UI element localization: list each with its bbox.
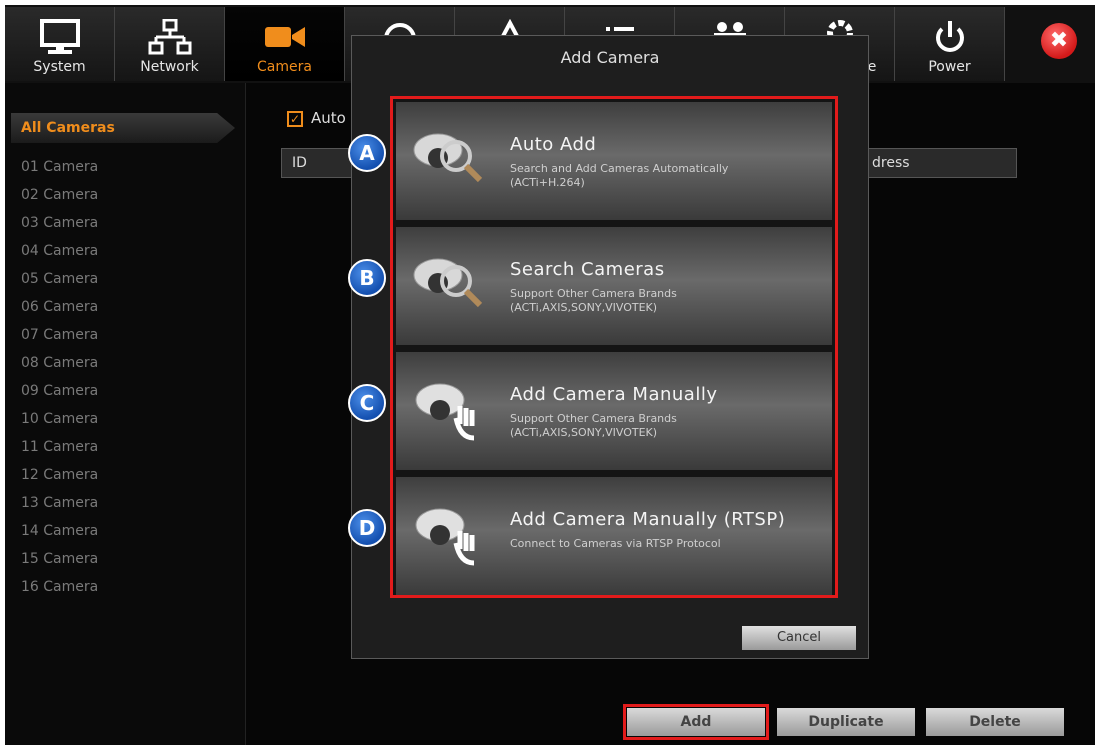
option-title: Auto Add bbox=[510, 134, 597, 155]
toolbar-system[interactable]: System bbox=[5, 7, 115, 81]
sidebar-item-camera[interactable]: 02 Camera bbox=[21, 181, 98, 209]
sidebar-item-camera[interactable]: 11 Camera bbox=[21, 433, 98, 461]
cancel-button[interactable]: Cancel bbox=[742, 626, 856, 650]
camera-icon bbox=[225, 19, 344, 55]
option-title: Search Cameras bbox=[510, 259, 665, 280]
dialog-title: Add Camera bbox=[560, 48, 660, 67]
sidebar-item-camera[interactable]: 15 Camera bbox=[21, 545, 98, 573]
option-description: Search and Add Cameras Automatically (AC… bbox=[510, 162, 729, 189]
sidebar-item-camera[interactable]: 14 Camera bbox=[21, 517, 98, 545]
option-auto-add[interactable]: A Auto Add Search and Add Cameras Automa… bbox=[348, 102, 832, 220]
auto-checkbox[interactable]: ✓ bbox=[287, 111, 303, 127]
toolbar-label: Network bbox=[140, 59, 199, 75]
column-address: dress bbox=[872, 155, 910, 171]
sidebar-item-camera[interactable]: 16 Camera bbox=[21, 573, 98, 601]
option-search-cameras[interactable]: B Search Cameras Support Other Camera Br… bbox=[348, 227, 832, 345]
toolbar-label: System bbox=[33, 59, 86, 75]
option-description: Support Other Camera Brands (ACTi,AXIS,S… bbox=[510, 287, 677, 314]
option-description: Support Other Camera Brands (ACTi,AXIS,S… bbox=[510, 412, 677, 439]
camera-search-icon bbox=[410, 253, 490, 317]
sidebar-item-camera[interactable]: 01 Camera bbox=[21, 153, 98, 181]
app-screen: System Network Camera Power ✖ All Camera… bbox=[5, 5, 1095, 745]
sidebar-item-camera[interactable]: 03 Camera bbox=[21, 209, 98, 237]
sidebar-item-camera[interactable]: 08 Camera bbox=[21, 349, 98, 377]
option-badge: B bbox=[348, 259, 386, 297]
toolbar-network[interactable]: Network bbox=[115, 7, 225, 81]
option-add-manually[interactable]: C Add Camera Manually Support Other Came… bbox=[348, 352, 832, 470]
camera-hand-icon bbox=[410, 378, 490, 446]
toolbar-label: Power bbox=[928, 59, 971, 75]
column-id: ID bbox=[292, 155, 307, 171]
network-icon bbox=[115, 19, 224, 55]
camera-hand-icon bbox=[410, 503, 490, 571]
option-badge: C bbox=[348, 384, 386, 422]
power-icon bbox=[895, 19, 1004, 55]
option-description: Connect to Cameras via RTSP Protocol bbox=[510, 537, 721, 550]
sidebar-item-camera[interactable]: 09 Camera bbox=[21, 377, 98, 405]
camera-search-icon bbox=[410, 128, 490, 192]
sidebar-item-camera[interactable]: 10 Camera bbox=[21, 405, 98, 433]
delete-button[interactable]: Delete bbox=[926, 708, 1064, 736]
camera-sidebar: All Cameras 01 Camera 02 Camera 03 Camer… bbox=[5, 83, 246, 745]
option-badge: D bbox=[348, 509, 386, 547]
option-title: Add Camera Manually bbox=[510, 384, 718, 405]
sidebar-item-camera[interactable]: 07 Camera bbox=[21, 321, 98, 349]
duplicate-button[interactable]: Duplicate bbox=[777, 708, 915, 736]
sidebar-item-camera[interactable]: 04 Camera bbox=[21, 237, 98, 265]
option-title: Add Camera Manually (RTSP) bbox=[510, 509, 786, 530]
add-options-group: A Auto Add Search and Add Cameras Automa… bbox=[348, 96, 838, 598]
monitor-icon bbox=[5, 19, 114, 55]
sidebar-item-camera[interactable]: 13 Camera bbox=[21, 489, 98, 517]
sidebar-item-camera[interactable]: 12 Camera bbox=[21, 461, 98, 489]
sidebar-item-all-cameras[interactable]: All Cameras bbox=[11, 113, 235, 143]
camera-list: 01 Camera 02 Camera 03 Camera 04 Camera … bbox=[21, 153, 98, 601]
close-icon[interactable]: ✖ bbox=[1041, 23, 1077, 59]
add-button[interactable]: Add bbox=[623, 704, 769, 740]
option-add-manually-rtsp[interactable]: D Add Camera Manually (RTSP) Connect to … bbox=[348, 477, 832, 595]
toolbar-camera[interactable]: Camera bbox=[225, 7, 345, 81]
auto-checkbox-label: Auto bbox=[311, 109, 346, 127]
toolbar-power[interactable]: Power bbox=[895, 7, 1005, 81]
sidebar-item-camera[interactable]: 05 Camera bbox=[21, 265, 98, 293]
option-badge: A bbox=[348, 134, 386, 172]
add-camera-dialog: Add Camera A Auto Add Search and Add Cam… bbox=[348, 35, 869, 659]
toolbar-label: Camera bbox=[257, 59, 312, 75]
sidebar-item-camera[interactable]: 06 Camera bbox=[21, 293, 98, 321]
